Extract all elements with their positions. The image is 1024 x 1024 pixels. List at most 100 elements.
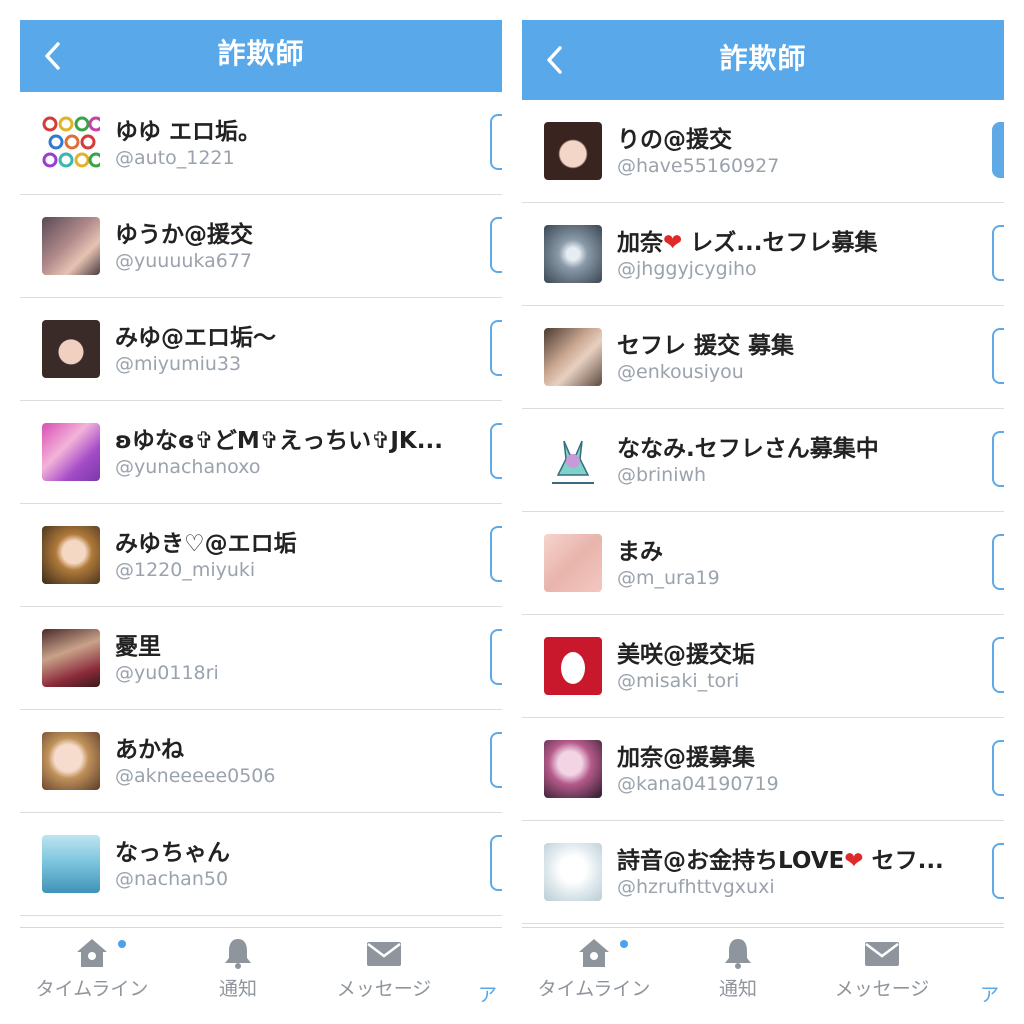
username: @kana04190719: [617, 773, 779, 795]
avatar[interactable]: [544, 740, 602, 798]
tab-notifications[interactable]: 通知: [668, 936, 808, 1001]
display-name: みゆ@エロ垢〜: [115, 325, 276, 351]
follow-button[interactable]: [490, 835, 502, 891]
follow-button[interactable]: [992, 431, 1004, 487]
tab-messages[interactable]: メッセージ: [314, 936, 454, 1001]
user-row[interactable]: りの@援交 @have55160927: [522, 100, 1004, 203]
follow-button[interactable]: [992, 637, 1004, 693]
avatar[interactable]: [42, 835, 100, 893]
user-row[interactable]: なっちゃん @nachan50: [20, 813, 502, 916]
unread-dot: [620, 940, 628, 948]
avatar[interactable]: [42, 423, 100, 481]
avatar[interactable]: [544, 225, 602, 283]
username: @nachan50: [115, 868, 229, 890]
tab-timeline[interactable]: タイムライン: [22, 936, 162, 1001]
display-name: セフレ 援交 募集: [617, 333, 795, 359]
display-name: ななみ.セフレさん募集中: [617, 436, 879, 462]
tab-timeline[interactable]: タイムライン: [524, 936, 664, 1001]
avatar[interactable]: [544, 534, 602, 592]
tab-label: タイムライン: [537, 978, 651, 1000]
tab-label: 通知: [718, 978, 757, 1000]
follow-button[interactable]: [490, 217, 502, 273]
user-row[interactable]: ゆうか@援交 @yuuuuka677: [20, 195, 502, 298]
avatar[interactable]: [42, 320, 100, 378]
tab-bar: タイムライン 通知 メッセージ ア: [20, 927, 502, 1020]
following-button[interactable]: [992, 122, 1004, 178]
avatar[interactable]: [42, 629, 100, 687]
display-name: 詩音@お金持ちLOVE❤ セフ...: [617, 848, 944, 874]
display-name: りの@援交: [617, 127, 732, 153]
follow-button[interactable]: [490, 526, 502, 582]
display-name: なっちゃん: [115, 840, 230, 866]
user-row[interactable]: ʚゆなɞ✞どM✞えっちい✞JK... @yunachanoxo: [20, 401, 502, 504]
display-name: 加奈@援募集: [617, 745, 755, 771]
tab-notifications[interactable]: 通知: [168, 936, 308, 1001]
follow-button[interactable]: [490, 732, 502, 788]
user-row[interactable]: セフレ 援交 募集 @enkousiyou: [522, 306, 1004, 409]
follow-button[interactable]: [992, 740, 1004, 796]
follow-button[interactable]: [490, 629, 502, 685]
right-screen: 詐欺師 りの@援交 @have55160927 加奈❤ レズ...セフレ募集 @…: [522, 20, 1004, 1020]
follow-button[interactable]: [490, 320, 502, 376]
username: @yuuuuka677: [115, 250, 252, 272]
follow-button[interactable]: [992, 534, 1004, 590]
username: @yunachanoxo: [115, 456, 261, 478]
tab-messages[interactable]: メッセージ: [812, 936, 952, 1001]
tab-bar: タイムライン 通知 メッセージ ア: [522, 927, 1004, 1020]
tab-account-partial[interactable]: ア: [980, 980, 999, 1007]
follow-button[interactable]: [992, 328, 1004, 384]
avatar[interactable]: [42, 732, 100, 790]
follow-button[interactable]: [992, 225, 1004, 281]
avatar[interactable]: [544, 637, 602, 695]
avatar[interactable]: [42, 217, 100, 275]
follow-button[interactable]: [992, 843, 1004, 899]
avatar[interactable]: [544, 328, 602, 386]
bell-icon: [725, 939, 751, 969]
avatar[interactable]: [42, 114, 100, 172]
user-row[interactable]: ななみ.セフレさん募集中 @briniwh: [522, 409, 1004, 512]
envelope-icon: [367, 942, 401, 966]
display-name: あかね: [115, 737, 184, 763]
page-title: 詐欺師: [719, 42, 807, 75]
home-icon: [77, 939, 107, 967]
user-row[interactable]: 詩音@お金持ちLOVE❤ セフ... @hzrufhttvgxuxi: [522, 821, 1004, 924]
username: @hzrufhttvgxuxi: [617, 876, 775, 898]
username: @akneeeee0506: [115, 765, 276, 787]
username: @auto_1221: [115, 147, 235, 169]
tab-label: メッセージ: [834, 978, 930, 1000]
user-row[interactable]: みゆ@エロ垢〜 @miyumiu33: [20, 298, 502, 401]
nav-header: 詐欺師: [20, 20, 502, 92]
display-name: ゆゆ エロ垢。: [115, 119, 262, 145]
username: @briniwh: [617, 464, 707, 486]
username: @yu0118ri: [115, 662, 219, 684]
page-title: 詐欺師: [217, 37, 305, 70]
username: @miyumiu33: [115, 353, 242, 375]
avatar[interactable]: [42, 526, 100, 584]
follow-button[interactable]: [490, 114, 502, 170]
user-row[interactable]: 美咲@援交垢 @misaki_tori: [522, 615, 1004, 718]
username: @jhggyjcygiho: [617, 258, 757, 280]
left-screen: 詐欺師 ゆゆ エロ垢。 @auto_1221 ゆうか@援交 @yuuuuka67…: [20, 20, 502, 1020]
user-row[interactable]: あかね @akneeeee0506: [20, 710, 502, 813]
user-list: りの@援交 @have55160927 加奈❤ レズ...セフレ募集 @jhgg…: [522, 100, 1004, 924]
user-row[interactable]: みゆき♡@エロ垢 @1220_miyuki: [20, 504, 502, 607]
user-row[interactable]: 加奈❤ レズ...セフレ募集 @jhggyjcygiho: [522, 203, 1004, 306]
egg-icon: [561, 652, 585, 684]
avatar[interactable]: [544, 431, 602, 489]
follow-button[interactable]: [490, 423, 502, 479]
display-name: 加奈❤ レズ...セフレ募集: [617, 230, 878, 256]
user-row[interactable]: ゆゆ エロ垢。 @auto_1221: [20, 92, 502, 195]
home-icon: [579, 939, 609, 967]
username: @enkousiyou: [617, 361, 744, 383]
username: @1220_miyuki: [115, 559, 256, 581]
avatar[interactable]: [544, 843, 602, 901]
tab-label: 通知: [218, 978, 257, 1000]
avatar[interactable]: [544, 122, 602, 180]
user-row[interactable]: 憂里 @yu0118ri: [20, 607, 502, 710]
tab-account-partial[interactable]: ア: [478, 980, 497, 1007]
user-row[interactable]: 加奈@援募集 @kana04190719: [522, 718, 1004, 821]
tab-label: メッセージ: [336, 978, 432, 1000]
nav-header: 詐欺師: [522, 20, 1004, 100]
user-row[interactable]: まみ @m_ura19: [522, 512, 1004, 615]
user-list: ゆゆ エロ垢。 @auto_1221 ゆうか@援交 @yuuuuka677 みゆ…: [20, 92, 502, 916]
